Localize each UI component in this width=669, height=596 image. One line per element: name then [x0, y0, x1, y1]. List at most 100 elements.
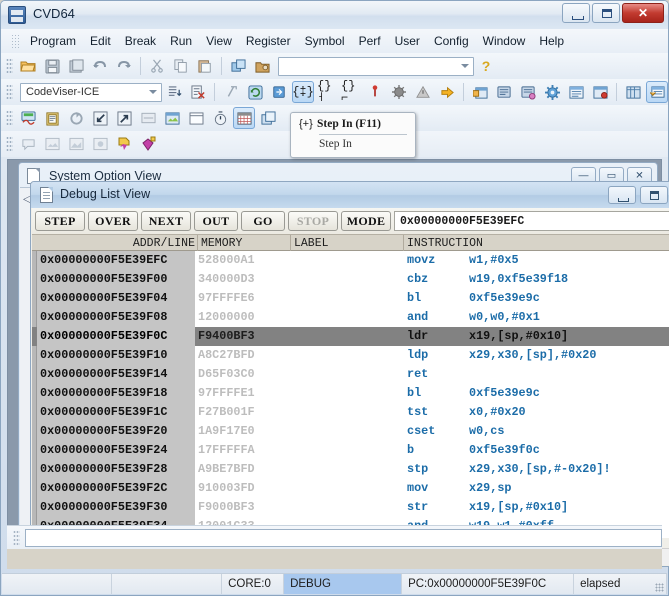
table-row[interactable]: 0x00000000F5E39F30 F9000BF3 str x19,[sp,#0x… — [32, 498, 669, 517]
table-row[interactable]: 0x00000000F5E39F00 340000D3 cbz w19,0xf5e39… — [32, 270, 669, 289]
menu-item-user[interactable]: User — [388, 31, 427, 51]
chevron-down-icon[interactable] — [461, 63, 469, 68]
open-folder-icon[interactable] — [17, 55, 39, 77]
calendar-grid-icon[interactable] — [233, 107, 255, 129]
load-image-icon[interactable] — [251, 55, 273, 77]
toolbar-combo-input[interactable] — [278, 56, 474, 76]
go-arrow-icon[interactable] — [436, 81, 458, 103]
table-row[interactable]: 0x00000000F5E39F08 12000000 and w0,w0,#0x1 — [32, 308, 669, 327]
menu-item-window[interactable]: Window — [476, 31, 533, 51]
picture2-icon[interactable] — [65, 133, 87, 155]
table-row[interactable]: 0x00000000F5E39F04 97FFFFE6 bl 0xf5e39e9c — [32, 289, 669, 308]
reset-icon[interactable] — [65, 107, 87, 129]
menu-item-perf[interactable]: Perf — [352, 31, 388, 51]
new-window-icon[interactable] — [469, 81, 491, 103]
cut-icon[interactable] — [146, 55, 168, 77]
menu-item-break[interactable]: Break — [118, 31, 163, 51]
memory-dump-icon[interactable] — [589, 81, 611, 103]
copy-window-icon[interactable] — [227, 55, 249, 77]
flash-write-icon[interactable] — [113, 133, 135, 155]
go-button[interactable]: GO — [241, 211, 285, 231]
warning-icon[interactable] — [412, 81, 434, 103]
target-monitor-icon[interactable] — [17, 107, 39, 129]
status-icon[interactable] — [137, 107, 159, 129]
menu-item-register[interactable]: Register — [239, 31, 298, 51]
debug-list-icon[interactable] — [646, 81, 668, 103]
mixed-view-icon[interactable] — [517, 81, 539, 103]
table-row[interactable]: 0x00000000F5E39F0C F9400BF3 ldr x19,[sp,#0x… — [32, 327, 669, 346]
table-row[interactable]: 0x00000000F5E39F2C 910003FD mov x29,sp — [32, 479, 669, 498]
list-download-icon[interactable] — [163, 81, 185, 103]
table-row[interactable]: 0x00000000F5E39EFC 528000A1 movz w1,#0x5 — [32, 251, 669, 270]
register-list-icon[interactable] — [565, 81, 587, 103]
blank-window-icon[interactable] — [185, 107, 207, 129]
disassembly-listing[interactable]: 0x00000000F5E39EFC 528000A1 movz w1,#0x5 0x0… — [32, 251, 669, 538]
trace-view-icon[interactable] — [622, 81, 644, 103]
maximize-button[interactable] — [592, 3, 620, 23]
attach-icon[interactable] — [220, 81, 242, 103]
clear-script-icon[interactable] — [187, 81, 209, 103]
cascade-icon[interactable] — [257, 107, 279, 129]
target-combo[interactable]: CodeViser-ICE — [20, 82, 162, 102]
table-row[interactable]: 0x00000000F5E39F28 A9BE7BFD stp x29,x30,[sp… — [32, 460, 669, 479]
table-row[interactable]: 0x00000000F5E39F18 97FFFFE1 bl 0xf5e39e9c — [32, 384, 669, 403]
menu-item-edit[interactable]: Edit — [83, 31, 118, 51]
address-input[interactable]: 0x00000000F5E39EFC — [394, 211, 669, 231]
column-header-label[interactable]: LABEL — [294, 236, 329, 251]
dlv-minimize-button[interactable] — [608, 186, 636, 204]
table-row[interactable]: 0x00000000F5E39F10 A8C27BFD ldp x29,x30,[sp… — [32, 346, 669, 365]
menu-item-help[interactable]: Help — [532, 31, 571, 51]
source-view-icon[interactable] — [493, 81, 515, 103]
dlv-maximize-button[interactable] — [640, 186, 668, 204]
resize-grip-icon[interactable] — [653, 574, 667, 594]
help-question-icon[interactable]: ? — [475, 55, 497, 77]
mode-button[interactable]: MODE — [341, 211, 391, 231]
save-icon[interactable] — [41, 55, 63, 77]
step-in-icon[interactable]: {‡} — [292, 81, 314, 103]
command-bar-grip[interactable] — [13, 530, 20, 545]
column-header-memory[interactable]: MEMORY — [201, 236, 242, 251]
menu-item-run[interactable]: Run — [163, 31, 199, 51]
copy-icon[interactable] — [170, 55, 192, 77]
image-view-icon[interactable] — [161, 107, 183, 129]
debug-list-view-window[interactable]: Debug List View STEP OVER NEXT OUT GO ST… — [30, 181, 669, 567]
clipboard-icon[interactable] — [41, 107, 63, 129]
breakpoint-icon[interactable] — [364, 81, 386, 103]
chevron-down-icon[interactable] — [149, 89, 157, 94]
flash-info-icon[interactable] — [137, 133, 159, 155]
toolbar-grip[interactable] — [6, 136, 13, 152]
redo-icon[interactable] — [113, 55, 135, 77]
step-over-icon[interactable]: {}˧ — [316, 80, 338, 104]
minimize-arrow-icon[interactable] — [89, 107, 111, 129]
out-button[interactable]: OUT — [194, 211, 238, 231]
menu-item-symbol[interactable]: Symbol — [298, 31, 352, 51]
table-row[interactable]: 0x00000000F5E39F1C F27B001F tst x0,#0x20 — [32, 403, 669, 422]
minimize-button[interactable] — [562, 3, 590, 23]
picture3-icon[interactable] — [89, 133, 111, 155]
undo-icon[interactable] — [89, 55, 111, 77]
save-all-icon[interactable] — [65, 55, 87, 77]
menu-item-view[interactable]: View — [199, 31, 239, 51]
refresh-icon[interactable] — [244, 81, 266, 103]
step-into-box-icon[interactable] — [268, 81, 290, 103]
halt-icon[interactable] — [388, 81, 410, 103]
step-out-icon[interactable]: {}⌐ — [340, 80, 362, 104]
table-row[interactable]: 0x00000000F5E39F24 17FFFFFA b 0xf5e39f0c — [32, 441, 669, 460]
close-button[interactable]: ✕ — [622, 3, 664, 23]
speech-icon[interactable] — [17, 133, 39, 155]
paste-icon[interactable] — [194, 55, 216, 77]
column-header-instruction[interactable]: INSTRUCTION — [407, 236, 483, 251]
toolbar-grip[interactable] — [6, 84, 13, 100]
step-button[interactable]: STEP — [35, 211, 85, 231]
toolbar-grip[interactable] — [6, 110, 13, 126]
menu-grip[interactable] — [11, 34, 19, 48]
picture1-icon[interactable] — [41, 133, 63, 155]
table-row[interactable]: 0x00000000F5E39F14 D65F03C0 ret — [32, 365, 669, 384]
maximize-arrow-icon[interactable] — [113, 107, 135, 129]
column-header-addr[interactable]: ADDR/LINE — [37, 236, 195, 251]
menu-item-program[interactable]: Program — [23, 31, 83, 51]
next-button[interactable]: NEXT — [141, 211, 191, 231]
command-input[interactable] — [25, 528, 662, 547]
settings-gear-icon[interactable] — [541, 81, 563, 103]
table-row[interactable]: 0x00000000F5E39F20 1A9F17E0 cset w0,cs — [32, 422, 669, 441]
